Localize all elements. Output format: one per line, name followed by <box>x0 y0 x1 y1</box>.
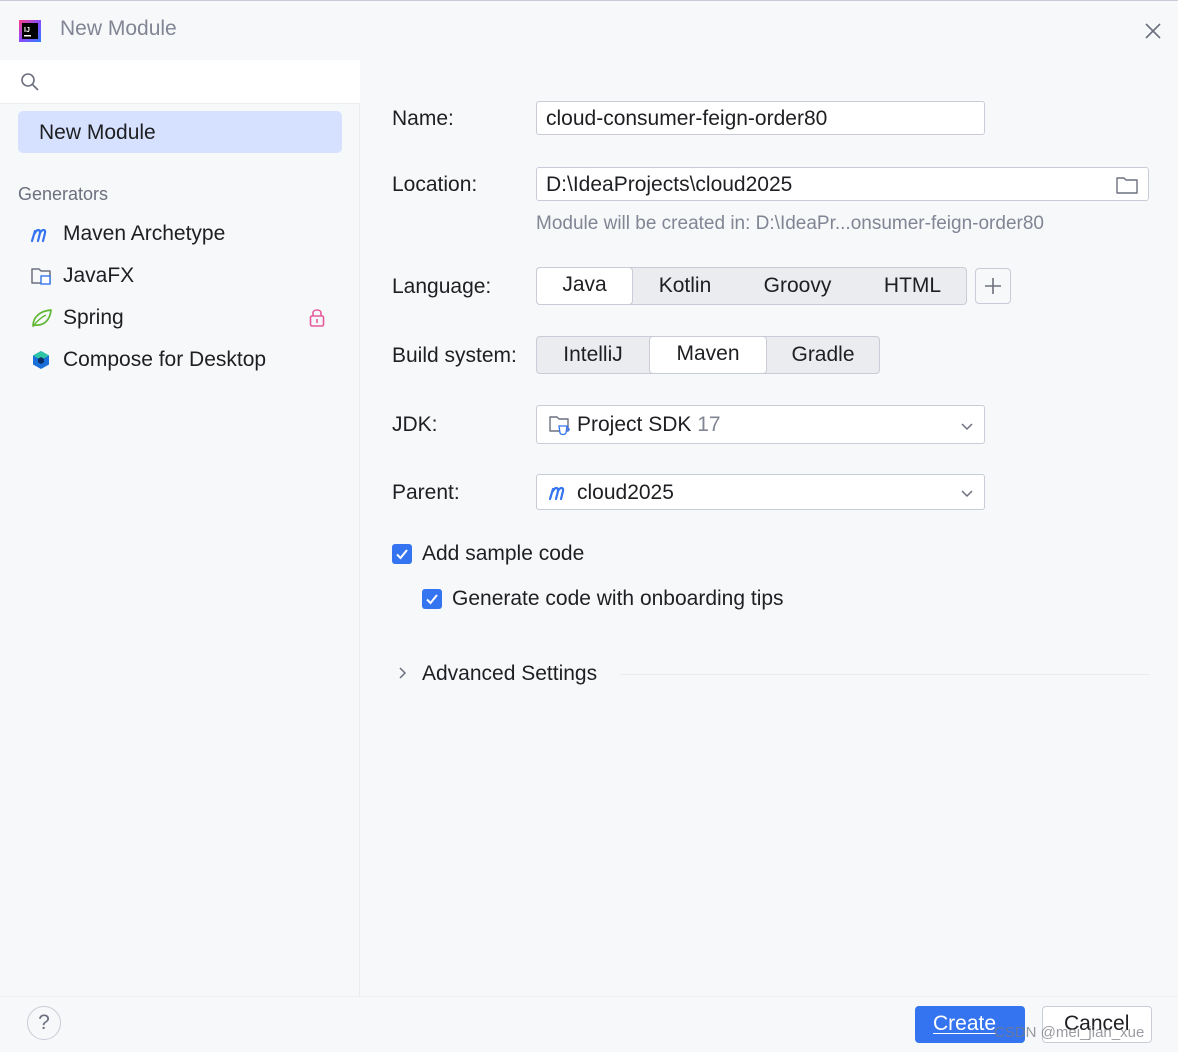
location-value: D:\IdeaProjects\cloud2025 <box>546 173 793 196</box>
search-box <box>0 60 360 104</box>
location-label: Location: <box>392 173 478 196</box>
build-option-maven[interactable]: Maven <box>649 336 767 374</box>
generators-section-label: Generators <box>18 184 109 204</box>
sidebar-item-label: Compose for Desktop <box>63 348 267 371</box>
search-input[interactable] <box>50 68 344 98</box>
sidebar-item-label: New Module <box>39 121 156 144</box>
language-option-kotlin[interactable]: Kotlin <box>635 268 735 304</box>
plus-icon <box>985 278 1001 294</box>
advanced-settings-divider <box>620 674 1150 675</box>
help-icon: ? <box>38 1011 50 1034</box>
language-option-html[interactable]: HTML <box>860 268 965 304</box>
watermark: CSDN @mei_jian_xue <box>994 1024 1145 1041</box>
jdk-dropdown[interactable]: Project SDK 17 <box>536 405 985 444</box>
sidebar-item-label: JavaFX <box>63 264 135 287</box>
onboarding-tips-label: Generate code with onboarding tips <box>452 587 784 610</box>
jdk-label: JDK: <box>392 413 438 436</box>
add-sample-code-label: Add sample code <box>422 542 585 565</box>
build-option-intellij[interactable]: IntelliJ <box>537 337 649 373</box>
name-value: cloud-consumer-feign-order80 <box>546 107 828 130</box>
sidebar-item-maven-archetype[interactable]: Maven Archetype <box>18 215 342 253</box>
svg-text:IJ: IJ <box>24 27 30 34</box>
location-field[interactable]: D:\IdeaProjects\cloud2025 <box>536 167 1149 201</box>
window-title: New Module <box>60 17 177 40</box>
name-field[interactable]: cloud-consumer-feign-order80 <box>536 101 985 135</box>
parent-label: Parent: <box>392 481 460 504</box>
close-icon[interactable] <box>1142 20 1164 42</box>
sidebar-item-compose-for-desktop[interactable]: Compose for Desktop <box>18 341 342 379</box>
chevron-down-icon <box>961 423 973 431</box>
language-selector: Java Kotlin Groovy HTML <box>536 267 967 305</box>
onboarding-tips-checkbox[interactable] <box>422 589 442 609</box>
sidebar-item-spring[interactable]: Spring <box>18 299 342 337</box>
parent-dropdown[interactable]: cloud2025 <box>536 474 985 510</box>
chevron-down-icon <box>961 490 973 498</box>
folder-icon[interactable] <box>1115 175 1139 195</box>
language-label: Language: <box>392 275 492 298</box>
project-sdk-folder-icon <box>549 416 570 436</box>
maven-icon <box>548 486 565 501</box>
help-button[interactable]: ? <box>27 1006 61 1040</box>
sidebar: New Module Generators Maven Archetype Ja… <box>0 60 360 996</box>
build-system-selector: IntelliJ Maven Gradle <box>536 336 880 374</box>
advanced-settings-toggle[interactable]: Advanced Settings <box>422 662 597 686</box>
title-bar: IJ New Module <box>0 0 1178 60</box>
sidebar-item-label: Spring <box>63 306 124 329</box>
intellij-idea-icon: IJ <box>19 20 41 42</box>
jdk-value: Project SDK 17 <box>577 413 721 436</box>
maven-icon <box>30 228 47 243</box>
parent-value: cloud2025 <box>577 481 674 504</box>
checkmark-icon <box>396 549 408 560</box>
language-option-groovy[interactable]: Groovy <box>735 268 860 304</box>
add-sample-code-checkbox[interactable] <box>392 544 412 564</box>
compose-icon <box>33 351 49 369</box>
search-icon <box>21 73 39 91</box>
add-language-button[interactable] <box>975 268 1011 304</box>
language-option-java[interactable]: Java <box>536 267 633 305</box>
chevron-right-icon[interactable] <box>396 665 410 681</box>
sidebar-item-label: Maven Archetype <box>63 222 226 245</box>
lock-icon <box>309 309 325 327</box>
footer-divider <box>0 996 1178 997</box>
spring-leaf-icon <box>32 309 52 327</box>
build-system-label: Build system: <box>392 344 517 367</box>
sidebar-item-new-module[interactable]: New Module <box>18 111 342 153</box>
location-hint: Module will be created in: D:\IdeaPr...o… <box>536 213 1044 234</box>
name-label: Name: <box>392 107 454 130</box>
create-button-label: Create <box>933 1012 997 1035</box>
jdk-version: 17 <box>697 413 721 436</box>
checkmark-icon <box>426 594 438 605</box>
javafx-folder-icon <box>31 268 51 285</box>
build-option-gradle[interactable]: Gradle <box>767 337 879 373</box>
sidebar-item-javafx[interactable]: JavaFX <box>18 257 342 295</box>
